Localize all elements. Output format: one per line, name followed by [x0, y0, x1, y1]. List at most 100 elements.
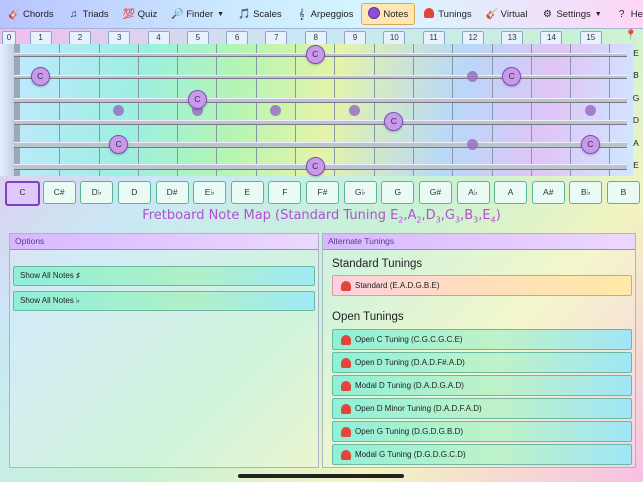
tuning-icon — [341, 403, 351, 414]
note-button[interactable]: E — [230, 181, 264, 204]
nav-finder-button[interactable]: 🔎 Finder ▼ — [165, 4, 230, 24]
alternate-tunings-panel: Alternate Tunings Standard Tunings Stand… — [322, 233, 636, 468]
score-icon: 💯 — [122, 8, 136, 20]
tuning-icon — [341, 357, 351, 368]
tuning-button[interactable]: Open D Tuning (D.A.D.F#.A.D) — [332, 352, 632, 373]
nav-chords-button[interactable]: 🎸 Chords — [2, 4, 60, 24]
fret-number: 10 — [383, 31, 406, 45]
note-button[interactable]: F — [268, 181, 302, 204]
search-icon: 🔎 — [171, 8, 184, 20]
show-all-sharps-button[interactable]: Show All Notes ♯ — [13, 266, 315, 286]
note-button[interactable]: F# — [306, 181, 339, 204]
fret-wire — [412, 44, 414, 176]
note-button[interactable]: G♭ — [343, 181, 377, 204]
fretboard[interactable]: EBGDAECCCCCCCC — [0, 44, 643, 176]
notes-icon: ♫ — [69, 8, 78, 20]
fret-number: 9 — [344, 31, 366, 45]
pin-icon[interactable]: 📍 — [625, 30, 637, 41]
string-label: G — [632, 93, 640, 103]
nav-quiz-button[interactable]: 💯 Quiz — [117, 4, 164, 24]
standard-tunings-title: Standard Tunings — [332, 258, 423, 270]
tuning-icon — [341, 334, 351, 345]
fret-number: 8 — [304, 31, 327, 45]
show-all-flats-button[interactable]: Show All Notes ♭ — [13, 291, 315, 311]
tuning-icon — [341, 280, 351, 291]
tuning-button[interactable]: Modal G Tuning (D.G.D.G.C.D) — [332, 444, 632, 465]
note-button[interactable]: B — [607, 181, 640, 204]
fret-wire — [98, 44, 100, 176]
home-indicator — [238, 474, 404, 478]
guitar-string — [14, 119, 627, 125]
string-label: D — [632, 115, 640, 125]
fret-number: 15 — [579, 31, 602, 45]
nav-label: Arpeggios — [310, 8, 354, 20]
note-button[interactable]: G# — [418, 181, 452, 204]
note-button[interactable]: D♭ — [80, 181, 114, 204]
tuning-button[interactable]: Open G Tuning (D.G.D.G.B.D) — [332, 421, 632, 442]
fret-number: 11 — [422, 31, 445, 45]
fret-wire — [255, 44, 257, 176]
nav-tunings-button[interactable]: Tunings — [417, 4, 477, 24]
nav-arpeggios-button[interactable]: 𝄞 Arpeggios — [290, 4, 360, 24]
tuning-button[interactable]: Modal D Tuning (D.A.D.G.A.D) — [332, 375, 632, 396]
nav-label: Virtual — [500, 8, 528, 20]
fret-wire — [137, 44, 139, 176]
tuning-button[interactable]: Open C Tuning (C.G.C.G.C.E) — [332, 329, 632, 350]
fret-number: 6 — [226, 31, 249, 45]
nav-triads-button[interactable]: ♫ Triads — [62, 4, 115, 24]
nav-label: Help — [630, 8, 643, 20]
tuning-button-standard[interactable]: Standard (E.A.D.G.B.E) — [332, 275, 632, 296]
fret-inlay-dot — [466, 71, 478, 82]
fret-inlay-dot — [349, 105, 360, 116]
note-button[interactable]: E♭ — [193, 181, 227, 204]
notes-dot-icon — [368, 6, 381, 22]
note-button[interactable]: B♭ — [569, 181, 603, 204]
nav-label: Tunings — [438, 8, 472, 20]
alternate-tunings-header: Alternate Tunings — [323, 234, 635, 250]
note-button[interactable]: C# — [42, 181, 76, 204]
note-marker[interactable]: C — [305, 157, 325, 176]
string-label: E — [633, 160, 639, 170]
tuning-label: Modal G Tuning (D.G.D.G.C.D) — [355, 450, 466, 459]
fret-wire — [177, 44, 179, 176]
note-button[interactable]: G — [381, 181, 415, 204]
string-label: A — [633, 138, 639, 148]
tuning-icon — [341, 380, 351, 391]
note-button[interactable]: A — [494, 181, 528, 204]
note-button[interactable]: A♭ — [456, 181, 490, 204]
guitar-string — [14, 75, 627, 79]
note-button[interactable]: D — [117, 181, 151, 204]
nav-help-button[interactable]: ? Help — [610, 4, 643, 24]
nav-scales-button[interactable]: 🎵 Scales — [232, 4, 288, 24]
guitar-icon: 🎸 — [8, 8, 21, 20]
tuning-label: Standard (E.A.D.G.B.E) — [355, 281, 440, 290]
chevron-down-icon: ▼ — [594, 10, 602, 18]
note-marker[interactable]: C — [187, 90, 207, 109]
fret-wire — [216, 44, 218, 176]
help-icon: ? — [618, 8, 625, 20]
nav-label: Finder — [186, 8, 214, 20]
tuning-button[interactable]: Open D Minor Tuning (D.A.D.F.A.D) — [332, 398, 632, 419]
fretboard-map-title: Fretboard Note Map (Standard Tuning E2,A… — [142, 208, 501, 225]
fret-wire — [373, 44, 375, 176]
note-button[interactable]: C — [5, 181, 40, 206]
fret-number: 0 — [2, 31, 16, 45]
tuning-label: Open G Tuning (D.G.D.G.B.D) — [355, 427, 464, 436]
fret-inlay-dot — [584, 105, 596, 116]
nav-settings-button[interactable]: ⚙ Settings ▼ — [535, 4, 607, 24]
options-panel: Options Show All Notes ♯ Show All Notes … — [9, 233, 319, 468]
note-marker[interactable]: C — [30, 67, 50, 86]
fret-wire — [491, 44, 493, 176]
string-label: B — [633, 70, 639, 80]
nav-label: Quiz — [137, 8, 158, 20]
fret-wire — [530, 44, 532, 176]
note-marker[interactable]: C — [305, 45, 325, 64]
nav-notes-button[interactable]: Notes — [361, 3, 416, 25]
note-button[interactable]: D# — [155, 181, 189, 204]
note-marker[interactable]: C — [580, 135, 600, 154]
fret-wire — [59, 44, 61, 176]
fret-number: 5 — [186, 31, 209, 45]
music-note-icon: 🎵 — [238, 8, 251, 20]
note-button[interactable]: A# — [531, 181, 565, 204]
nav-virtual-button[interactable]: 🎸 Virtual — [480, 4, 534, 24]
